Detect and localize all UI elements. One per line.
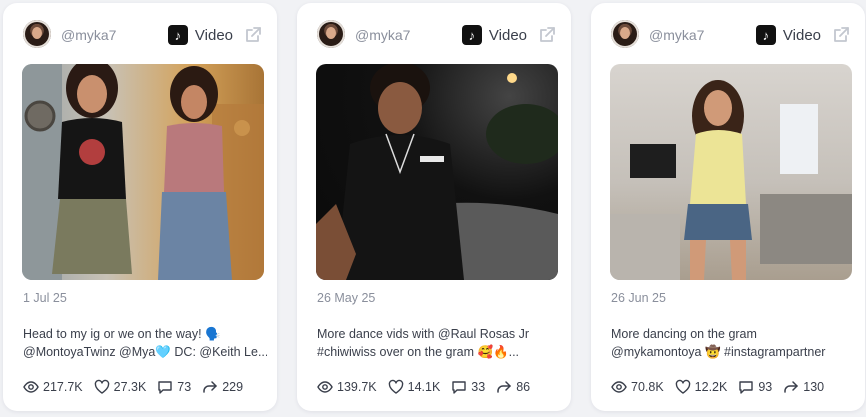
post-card[interactable]: @myka7 ♪ Video 26 May 25 More dance vids… bbox=[297, 3, 571, 411]
likes-count: 14.1K bbox=[407, 380, 441, 394]
views-count: 139.7K bbox=[337, 380, 377, 394]
platform-badge: ♪ Video bbox=[755, 25, 821, 45]
heart-icon bbox=[675, 379, 690, 394]
post-date: 26 May 25 bbox=[317, 291, 376, 305]
shares-stat: 86 bbox=[496, 379, 530, 395]
post-card[interactable]: @myka7 ♪ Video 1 Jul 25 Head to my ig or… bbox=[3, 3, 277, 411]
comments-count: 73 bbox=[177, 380, 192, 394]
post-caption: Head to my ig or we on the way! 🗣️ @Mont… bbox=[23, 325, 267, 361]
tiktok-icon: ♪ bbox=[755, 25, 776, 45]
caption-line: @mykamontoya 🤠 #instagrampartner bbox=[611, 345, 826, 359]
card-header: @myka7 ♪ Video bbox=[3, 18, 277, 52]
likes-count: 27.3K bbox=[113, 380, 147, 394]
shares-count: 130 bbox=[803, 380, 825, 394]
comments-count: 93 bbox=[758, 380, 773, 394]
views-stat: 217.7K bbox=[23, 379, 83, 395]
platform-badge: ♪ Video bbox=[461, 25, 527, 45]
shares-count: 86 bbox=[516, 380, 531, 394]
views-stat: 70.8K bbox=[611, 379, 664, 395]
likes-stat: 27.3K bbox=[94, 379, 147, 395]
share-icon bbox=[784, 381, 798, 393]
video-thumbnail[interactable] bbox=[22, 64, 264, 280]
post-date: 1 Jul 25 bbox=[23, 291, 67, 305]
heart-icon bbox=[388, 379, 403, 394]
video-thumbnail[interactable] bbox=[316, 64, 558, 280]
external-link-icon[interactable] bbox=[832, 26, 850, 44]
views-stat: 139.7K bbox=[317, 379, 377, 395]
comments-count: 33 bbox=[471, 380, 486, 394]
avatar[interactable] bbox=[611, 20, 639, 48]
engagement-stats: 217.7K 27.3K 73 229 bbox=[23, 379, 254, 395]
likes-stat: 14.1K bbox=[388, 379, 441, 395]
video-thumbnail[interactable] bbox=[610, 64, 852, 280]
avatar[interactable] bbox=[23, 20, 51, 48]
platform-label: Video bbox=[488, 26, 527, 44]
caption-line: @MontoyaTwinz @Mya🩵 DC: @Keith Le... bbox=[23, 345, 267, 359]
card-header: @myka7 ♪ Video bbox=[297, 18, 571, 52]
shares-count: 229 bbox=[222, 380, 244, 394]
caption-line: #chiwiwiss over on the gram 🥰🔥... bbox=[317, 345, 520, 359]
tiktok-icon: ♪ bbox=[167, 25, 188, 45]
tiktok-icon: ♪ bbox=[461, 25, 482, 45]
caption-line: More dance vids with @Raul Rosas Jr bbox=[317, 327, 530, 341]
shares-stat: 229 bbox=[202, 379, 243, 395]
caption-line: Head to my ig or we on the way! 🗣️ bbox=[23, 327, 221, 341]
share-icon bbox=[203, 381, 217, 393]
comment-icon bbox=[158, 381, 172, 394]
shares-stat: 130 bbox=[783, 379, 824, 395]
comments-stat: 73 bbox=[157, 379, 191, 395]
comment-icon bbox=[452, 381, 466, 394]
comment-icon bbox=[739, 381, 754, 394]
external-link-icon[interactable] bbox=[538, 26, 556, 44]
external-link-icon[interactable] bbox=[244, 26, 262, 44]
heart-icon bbox=[94, 379, 109, 394]
views-count: 217.7K bbox=[43, 380, 83, 394]
card-header: @myka7 ♪ Video bbox=[591, 18, 865, 52]
post-card[interactable]: @myka7 ♪ Video 26 Jun 25 More dancing on… bbox=[591, 3, 865, 411]
engagement-stats: 70.8K 12.2K 93 130 bbox=[611, 379, 835, 395]
caption-line: More dancing on the gram bbox=[611, 327, 757, 341]
eye-icon bbox=[611, 381, 627, 393]
comments-stat: 33 bbox=[451, 379, 485, 395]
likes-count: 12.2K bbox=[694, 380, 728, 394]
engagement-stats: 139.7K 14.1K 33 86 bbox=[317, 379, 541, 395]
avatar[interactable] bbox=[317, 20, 345, 48]
creator-handle[interactable]: @myka7 bbox=[355, 27, 410, 43]
eye-icon bbox=[23, 381, 39, 393]
platform-label: Video bbox=[194, 26, 233, 44]
platform-label: Video bbox=[782, 26, 821, 44]
creator-handle[interactable]: @myka7 bbox=[649, 27, 704, 43]
creator-handle[interactable]: @myka7 bbox=[61, 27, 116, 43]
likes-stat: 12.2K bbox=[675, 379, 728, 395]
eye-icon bbox=[317, 381, 333, 393]
post-date: 26 Jun 25 bbox=[611, 291, 666, 305]
comments-stat: 93 bbox=[738, 379, 772, 395]
share-icon bbox=[497, 381, 511, 393]
views-count: 70.8K bbox=[631, 380, 664, 394]
post-caption: More dancing on the gram @mykamontoya 🤠 … bbox=[611, 325, 855, 361]
platform-badge: ♪ Video bbox=[167, 25, 233, 45]
post-caption: More dance vids with @Raul Rosas Jr #chi… bbox=[317, 325, 561, 361]
